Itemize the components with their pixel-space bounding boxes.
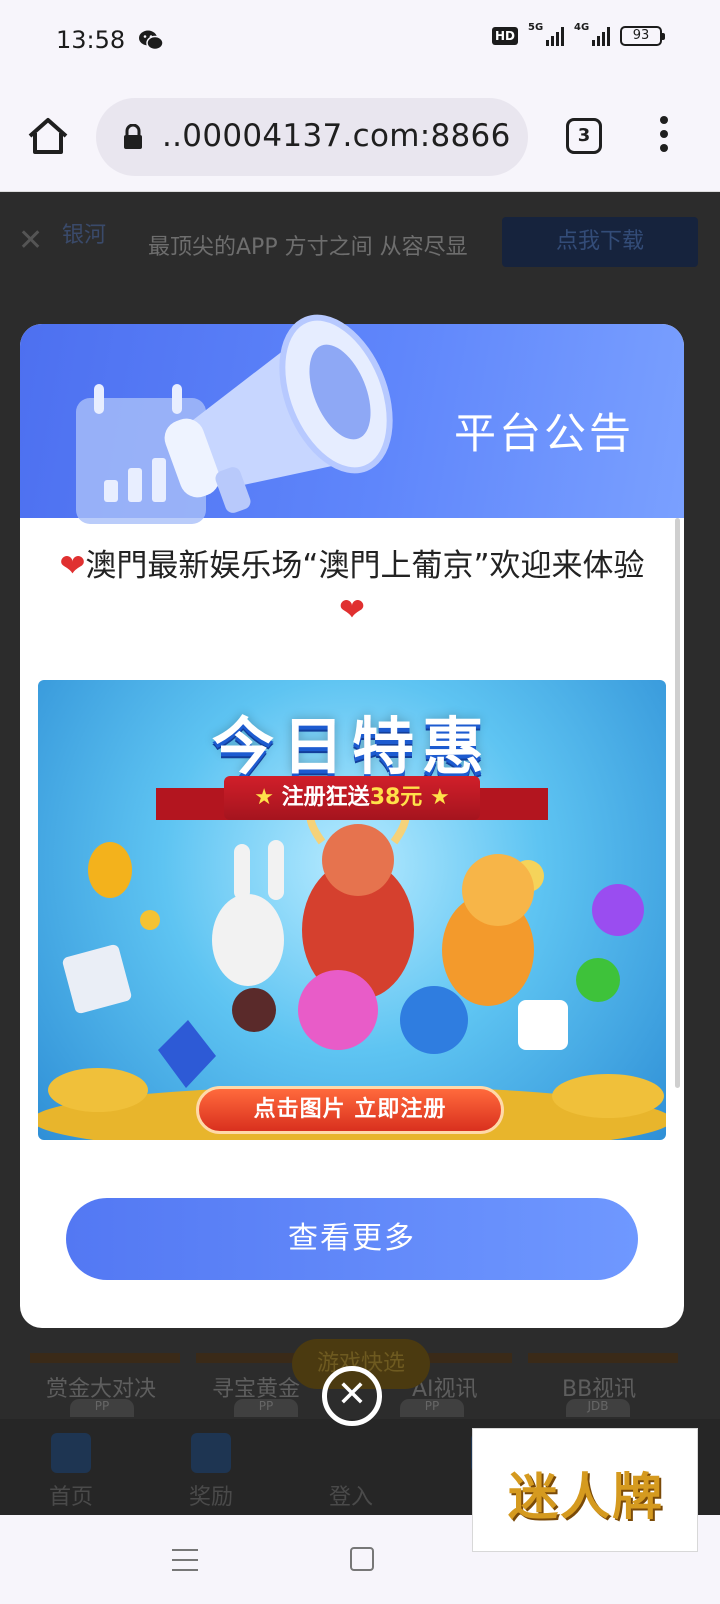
modal-close-button[interactable]: ✕ <box>322 1366 382 1426</box>
status-time: 13:58 <box>56 26 126 54</box>
heart-icon: ❤ <box>339 592 365 628</box>
promo-ribbon: ★ 注册狂送38元 ★ <box>224 776 480 820</box>
watermark-text: 迷人牌 <box>508 1468 664 1526</box>
megaphone-icon <box>164 314 393 513</box>
hd-badge: HD <box>491 27 518 45</box>
game-tag: PP <box>70 1399 134 1417</box>
game-tag: PP <box>400 1399 464 1417</box>
view-more-button[interactable]: 查看更多 <box>66 1198 638 1280</box>
app-download-banner: ✕ 银河 最顶尖的APP 方寸之间 从容尽显 点我下载 <box>0 207 720 277</box>
status-bar: 13:58 HD 5G 4G 93 <box>0 0 720 82</box>
wechat-icon <box>139 30 164 51</box>
promo-banner[interactable]: 今日特惠 ★ 注册狂送38元 ★ 点击图片 立即注册 <box>38 680 666 1140</box>
home-square-icon[interactable] <box>350 1547 374 1571</box>
banner-close-icon[interactable]: ✕ <box>18 223 43 258</box>
tabs-button[interactable]: 3 <box>566 118 602 154</box>
nav-login[interactable]: 登入 <box>306 1433 396 1511</box>
signal-5g-icon: 5G <box>528 22 564 46</box>
gift-icon <box>191 1433 231 1473</box>
battery-icon: 93 <box>620 26 665 46</box>
heart-icon: ❤ <box>59 548 86 584</box>
home-icon <box>51 1433 91 1473</box>
login-icon <box>331 1433 371 1473</box>
nav-rewards[interactable]: 奖励 <box>166 1433 256 1511</box>
browser-toolbar: ..00004137.com:8866 3 <box>0 82 720 192</box>
watermark: 迷人牌 <box>472 1428 698 1552</box>
modal-scrollbar[interactable] <box>675 518 680 1088</box>
recents-menu-icon[interactable] <box>172 1549 198 1571</box>
game-tag: JDB <box>566 1399 630 1417</box>
lock-icon <box>124 124 142 149</box>
url-text: ..00004137.com:8866 <box>162 118 511 154</box>
modal-title: 平台公告 <box>454 409 635 458</box>
more-menu-icon[interactable] <box>654 116 674 160</box>
home-icon[interactable] <box>26 114 70 158</box>
promo-title: 今日特惠 <box>211 710 492 783</box>
signal-4g-icon: 4G <box>574 22 610 46</box>
banner-logo: 银河 <box>62 223 107 248</box>
download-button[interactable]: 点我下载 <box>502 217 698 267</box>
nav-home[interactable]: 首页 <box>26 1433 116 1511</box>
address-bar[interactable]: ..00004137.com:8866 <box>96 98 528 176</box>
notice-text: ❤澳門最新娱乐场“澳門上葡京”欢迎来体验❤ <box>59 548 645 628</box>
banner-text: 最顶尖的APP 方寸之间 从容尽显 <box>148 235 468 260</box>
promo-register-button[interactable]: 点击图片 立即注册 <box>196 1086 504 1134</box>
status-indicators: HD 5G 4G 93 <box>491 22 665 46</box>
game-tag: PP <box>234 1399 298 1417</box>
